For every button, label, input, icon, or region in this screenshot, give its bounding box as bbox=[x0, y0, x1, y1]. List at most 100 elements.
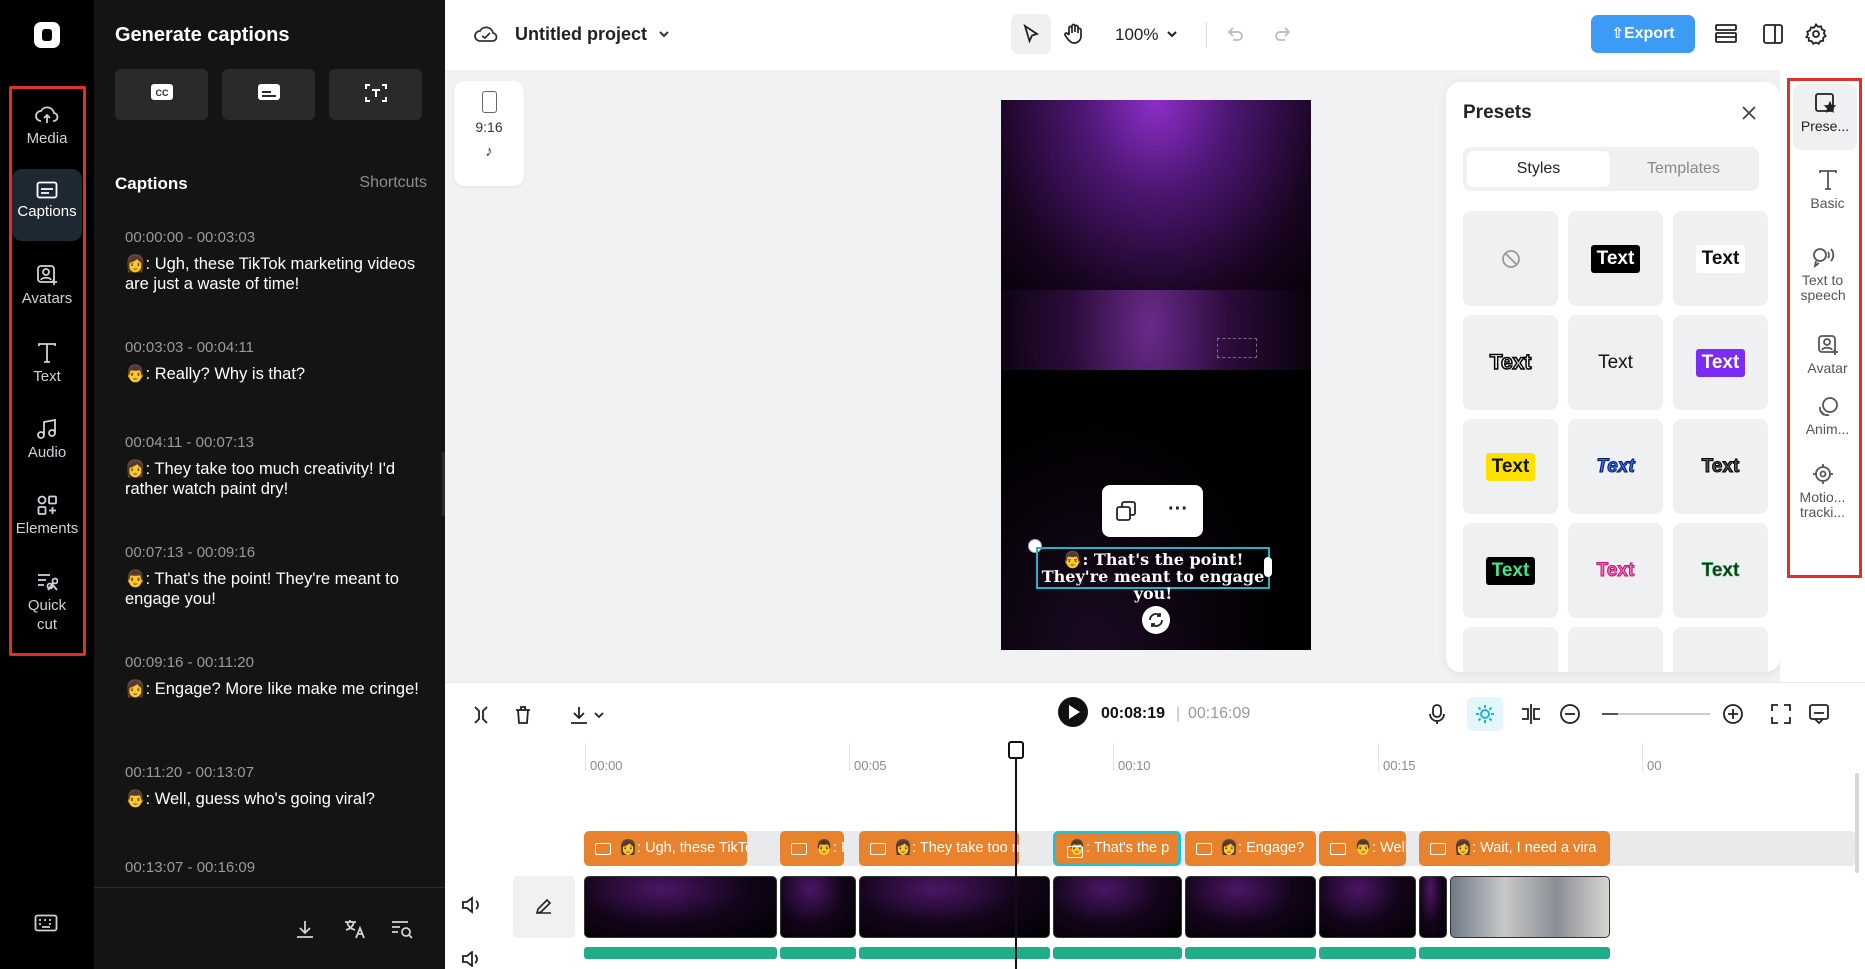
rail-item-basic[interactable]: Basic bbox=[1790, 169, 1865, 211]
chevron-down-icon[interactable] bbox=[657, 27, 671, 41]
rail-item-presets[interactable]: Prese... bbox=[1793, 84, 1857, 150]
caption-text[interactable]: 👩: They take too much creativity! I'd ra… bbox=[125, 459, 425, 499]
play-button[interactable] bbox=[1058, 697, 1088, 727]
video-clip[interactable] bbox=[1419, 876, 1447, 938]
sidebar-item-audio[interactable]: Audio bbox=[0, 418, 94, 461]
app-logo[interactable] bbox=[34, 22, 60, 48]
caption-overlay[interactable]: 👨: That's the point! They're meant to en… bbox=[1036, 547, 1270, 602]
find-replace-button[interactable] bbox=[390, 918, 414, 940]
settings-button[interactable] bbox=[1805, 23, 1827, 45]
audio-clip[interactable] bbox=[1053, 947, 1182, 959]
caption-entry[interactable]: 00:11:20 - 00:13:07 👨: Well, guess who's… bbox=[125, 764, 425, 809]
preset-style[interactable]: Text bbox=[1568, 523, 1663, 618]
select-tool-button[interactable] bbox=[1011, 14, 1051, 54]
caption-entry[interactable]: 00:04:11 - 00:07:13 👩: They take too muc… bbox=[125, 434, 425, 499]
zoom-in-button[interactable] bbox=[1722, 703, 1744, 725]
mute-track-button[interactable] bbox=[461, 895, 483, 915]
caption-text[interactable]: 👩: Engage? More like make me cringe! bbox=[125, 679, 425, 699]
rotate-handle[interactable] bbox=[1142, 606, 1170, 634]
width-handle[interactable] bbox=[1264, 557, 1272, 577]
rail-item-animation[interactable]: Anim... bbox=[1790, 395, 1865, 437]
sidebar-item-media[interactable]: Media bbox=[0, 104, 94, 147]
video-clip[interactable] bbox=[780, 876, 856, 938]
preset-style[interactable] bbox=[1673, 627, 1768, 672]
caption-text[interactable]: 👨: Well, guess who's going viral? bbox=[125, 789, 425, 809]
fit-timeline-button[interactable] bbox=[1770, 703, 1792, 725]
export-button[interactable]: ⇧Export bbox=[1591, 15, 1695, 53]
caption-entry[interactable]: 00:00:00 - 00:03:03 👩: Ugh, these TikTok… bbox=[125, 229, 425, 294]
scan-captions-button[interactable] bbox=[329, 69, 422, 120]
caption-clip[interactable]: 👩: They take too mu bbox=[859, 831, 1019, 866]
audio-clip[interactable] bbox=[859, 947, 1050, 959]
caption-entry[interactable]: 00:13:07 - 00:16:09 bbox=[125, 859, 425, 884]
video-clip[interactable] bbox=[1450, 876, 1610, 938]
preset-style[interactable]: Text bbox=[1673, 211, 1768, 306]
zoom-level[interactable]: 100% bbox=[1115, 25, 1158, 45]
redo-button[interactable] bbox=[1273, 24, 1293, 44]
preset-style[interactable]: Text bbox=[1568, 211, 1663, 306]
hand-tool-button[interactable] bbox=[1063, 23, 1085, 45]
caption-text[interactable]: 👨: That's the point! They're meant to en… bbox=[125, 569, 425, 609]
playhead-handle[interactable] bbox=[1008, 741, 1024, 759]
download-captions-button[interactable] bbox=[294, 918, 316, 940]
caption-clip-selected[interactable]: 👨: That's the p bbox=[1053, 831, 1181, 866]
caption-entry[interactable]: 00:03:03 - 00:04:11 👨: Really? Why is th… bbox=[125, 339, 425, 384]
tab-styles[interactable]: Styles bbox=[1467, 151, 1610, 187]
preset-style[interactable]: Text bbox=[1673, 419, 1768, 514]
link-tracks-button[interactable] bbox=[1520, 703, 1542, 725]
preset-style[interactable]: Text bbox=[1463, 523, 1558, 618]
project-title[interactable]: Untitled project bbox=[515, 24, 647, 45]
sidebar-item-elements[interactable]: Elements bbox=[0, 494, 94, 537]
edit-cover-button[interactable] bbox=[513, 876, 575, 938]
video-clip[interactable] bbox=[1319, 876, 1416, 938]
video-clip[interactable] bbox=[1185, 876, 1316, 938]
caption-clip[interactable]: 👩: Engage? bbox=[1185, 831, 1316, 866]
sidebar-item-captions[interactable]: Captions bbox=[12, 169, 82, 241]
preset-style[interactable] bbox=[1463, 627, 1558, 672]
video-clip[interactable] bbox=[1053, 876, 1182, 938]
sidebar-item-quick-cut[interactable]: Quick cut bbox=[0, 572, 94, 634]
audio-clip[interactable] bbox=[1419, 947, 1610, 959]
rail-item-text-to-speech[interactable]: Text to speech bbox=[1790, 246, 1855, 303]
preset-style[interactable]: Text bbox=[1568, 419, 1663, 514]
translate-button[interactable] bbox=[343, 918, 367, 940]
preset-style[interactable] bbox=[1568, 627, 1663, 672]
layers-button[interactable] bbox=[1714, 23, 1738, 45]
chevron-down-icon[interactable] bbox=[1165, 27, 1179, 41]
sidebar-item-text[interactable]: Text bbox=[0, 342, 94, 385]
playhead[interactable] bbox=[1015, 743, 1017, 969]
close-button[interactable] bbox=[1740, 104, 1758, 122]
preset-style[interactable]: Text bbox=[1673, 523, 1768, 618]
download-button[interactable] bbox=[569, 704, 607, 726]
caption-text[interactable]: 👨: Really? Why is that? bbox=[125, 364, 425, 384]
delete-button[interactable] bbox=[514, 705, 532, 725]
rail-item-motion-tracking[interactable]: Motio... tracki... bbox=[1790, 463, 1855, 520]
keyboard-shortcuts-button[interactable] bbox=[34, 914, 58, 932]
preset-style[interactable]: Text bbox=[1673, 315, 1768, 410]
sidebar-item-avatars[interactable]: Avatars bbox=[0, 264, 94, 307]
audio-clip[interactable] bbox=[780, 947, 856, 959]
zoom-slider[interactable] bbox=[1602, 713, 1710, 715]
undo-button[interactable] bbox=[1225, 24, 1245, 44]
caption-clip[interactable]: 👩: Wait, I need a vira bbox=[1419, 831, 1610, 866]
caption-text[interactable]: 👩: Ugh, these TikTok marketing videos ar… bbox=[125, 254, 425, 294]
more-options-icon[interactable]: ··· bbox=[1168, 499, 1188, 519]
caption-clip[interactable]: 👩: Ugh, these TikTok bbox=[584, 831, 747, 866]
duplicate-button[interactable] bbox=[1115, 500, 1137, 522]
caption-clip[interactable]: 👨: Well bbox=[1319, 831, 1406, 866]
video-clip[interactable] bbox=[584, 876, 777, 938]
manual-captions-button[interactable] bbox=[222, 69, 315, 120]
preset-none[interactable] bbox=[1463, 211, 1558, 306]
caption-view-button[interactable] bbox=[1808, 703, 1830, 725]
zoom-out-button[interactable] bbox=[1559, 703, 1581, 725]
caption-entry[interactable]: 00:09:16 - 00:11:20 👩: Engage? More like… bbox=[125, 654, 425, 699]
time-ruler[interactable]: 00:00 00:05 00:10 00:15 00 bbox=[585, 743, 1865, 773]
tab-templates[interactable]: Templates bbox=[1612, 151, 1755, 187]
auto-snap-toggle[interactable] bbox=[1467, 697, 1503, 731]
rail-item-avatar[interactable]: Avatar bbox=[1790, 334, 1865, 376]
caption-entry[interactable]: 00:07:13 - 00:09:16 👨: That's the point!… bbox=[125, 544, 425, 609]
preset-style[interactable]: Text bbox=[1463, 419, 1558, 514]
preset-style[interactable]: Text bbox=[1463, 315, 1558, 410]
aspect-ratio-selector[interactable]: 9:16 ♪ bbox=[454, 81, 524, 186]
record-button[interactable] bbox=[1428, 703, 1446, 725]
